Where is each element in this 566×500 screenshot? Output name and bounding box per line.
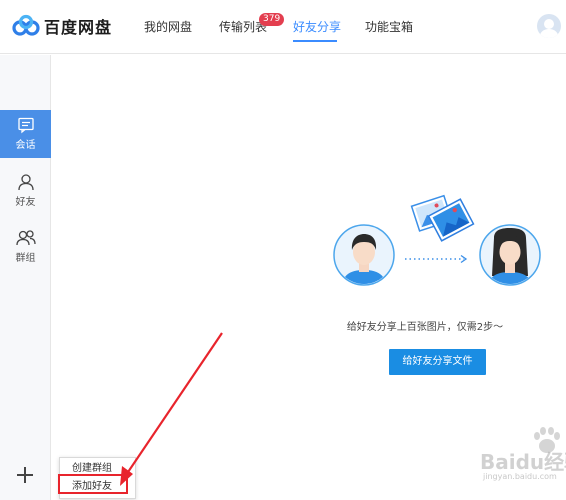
- left-sidebar: 会话 好友 群组: [0, 55, 51, 500]
- sidebar-item-chat[interactable]: 会话: [0, 110, 51, 158]
- group-icon: [15, 230, 36, 246]
- watermark-text: Baidu经验: [480, 450, 566, 474]
- person-icon: [17, 174, 34, 191]
- app-name: 百度网盘: [44, 18, 113, 37]
- share-illustration: [333, 194, 541, 286]
- sidebar-item-label: 好友: [15, 197, 36, 208]
- nav-my-disk[interactable]: 我的网盘: [144, 18, 192, 35]
- transfer-arrow-icon: [405, 254, 468, 264]
- add-plus-icon[interactable]: [15, 465, 35, 485]
- watermark-url: jingyan.baidu.com: [483, 472, 557, 481]
- sidebar-item-friends[interactable]: 好友: [0, 167, 51, 215]
- chat-icon: [17, 117, 34, 134]
- sidebar-item-label: 群组: [15, 253, 36, 264]
- nav-toolbox[interactable]: 功能宝箱: [365, 18, 413, 35]
- cloud-logo-icon: [12, 14, 40, 36]
- share-tip-text: 给好友分享上百张图片，仅需2步～: [346, 322, 504, 333]
- male-avatar-icon: [333, 224, 395, 286]
- nav-friend-share[interactable]: 好友分享: [293, 18, 341, 35]
- share-file-button[interactable]: 给好友分享文件: [389, 349, 486, 375]
- annotation-highlight-box: [58, 474, 128, 494]
- avatar-head: [544, 19, 554, 29]
- app-logo[interactable]: 百度网盘: [12, 12, 112, 40]
- sidebar-item-label: 会话: [15, 140, 36, 151]
- sidebar-item-groups[interactable]: 群组: [0, 223, 51, 271]
- avatar-body: [540, 29, 558, 38]
- top-header: 百度网盘 我的网盘 传输列表 379 好友分享 功能宝箱: [0, 0, 566, 54]
- photos-icon: [410, 194, 475, 242]
- app-window: 百度网盘 我的网盘 传输列表 379 好友分享 功能宝箱 会话 好友 群组 给好…: [0, 0, 566, 500]
- active-tab-underline: [293, 40, 337, 42]
- female-avatar-icon: [479, 224, 541, 286]
- user-avatar[interactable]: [537, 14, 561, 38]
- transfer-count-badge: 379: [259, 13, 285, 26]
